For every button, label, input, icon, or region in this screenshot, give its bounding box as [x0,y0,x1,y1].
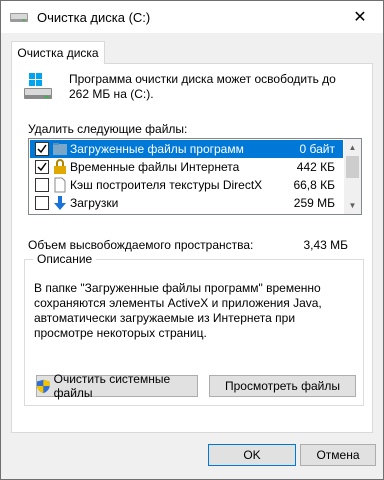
file-icon [54,177,66,193]
check-icon [37,162,47,172]
item-size: 442 КБ [296,160,335,174]
item-checkbox[interactable] [35,142,49,156]
item-size: 66,8 КБ [293,178,335,192]
description-text: В папке "Загруженные файлы программ" вре… [34,281,322,340]
disk-cleanup-icon [10,13,28,22]
folder-icon [53,143,67,155]
item-name: Кэш построителя текстуры DirectX [70,178,263,192]
item-size: 259 МБ [293,196,335,210]
view-files-button[interactable]: Просмотреть файлы [209,375,356,397]
list-item[interactable]: Временные файлы Интернета 442 КБ [30,158,343,176]
item-checkbox[interactable] [35,196,49,210]
tab-label: Очистка диска [17,46,99,60]
download-arrow-icon [54,196,66,210]
item-name: Временные файлы Интернета [70,160,240,174]
item-name: Загрузки [70,196,119,210]
scroll-thumb[interactable] [346,156,359,178]
space-freed-label: Объем высвобождаемого пространства: [28,238,254,252]
intro-text: Программа очистки диска может освободить… [69,72,336,101]
scroll-down-icon[interactable]: ▼ [344,197,361,214]
item-name: Загруженные файлы программ [70,142,244,156]
item-checkbox[interactable] [35,178,49,192]
disk-cleanup-window: Очистка диска (C:) ✕ Очистка диска Прогр… [0,0,384,480]
lock-icon [54,159,66,174]
tab-disk-cleanup[interactable]: Очистка диска [11,41,105,64]
item-checkbox[interactable] [35,160,49,174]
files-to-delete-label: Удалить следующие файлы: [28,122,188,136]
file-list[interactable]: Загруженные файлы программ 0 байт Времен… [28,138,362,215]
cancel-button[interactable]: Отмена [300,444,376,466]
cleanup-system-files-button[interactable]: Очистить системные файлы [36,372,198,400]
item-size: 0 байт [299,142,335,156]
shield-icon [37,379,50,393]
view-files-label: Просмотреть файлы [224,379,341,393]
space-freed-value: 3,43 МБ [303,238,348,252]
cleanup-system-files-label: Очистить системные файлы [53,372,171,400]
list-item[interactable]: Загрузки 259 МБ [30,194,343,212]
close-icon: ✕ [353,9,367,26]
cancel-label: Отмена [316,448,360,462]
list-item[interactable]: Кэш построителя текстуры DirectX 66,8 КБ [30,176,343,194]
scroll-up-icon[interactable]: ▲ [344,139,361,156]
ok-button[interactable]: OK [208,444,296,466]
list-item[interactable]: Загруженные файлы программ 0 байт [30,140,343,158]
description-legend: Описание [33,252,97,266]
check-icon [37,144,47,154]
title-bar: Очистка диска (C:) ✕ [1,1,383,33]
drive-icon [24,73,52,99]
ok-label: OK [243,448,261,462]
window-title: Очистка диска (C:) [37,10,151,25]
vertical-scrollbar[interactable]: ▲ ▼ [344,139,361,214]
close-button[interactable]: ✕ [337,1,383,33]
